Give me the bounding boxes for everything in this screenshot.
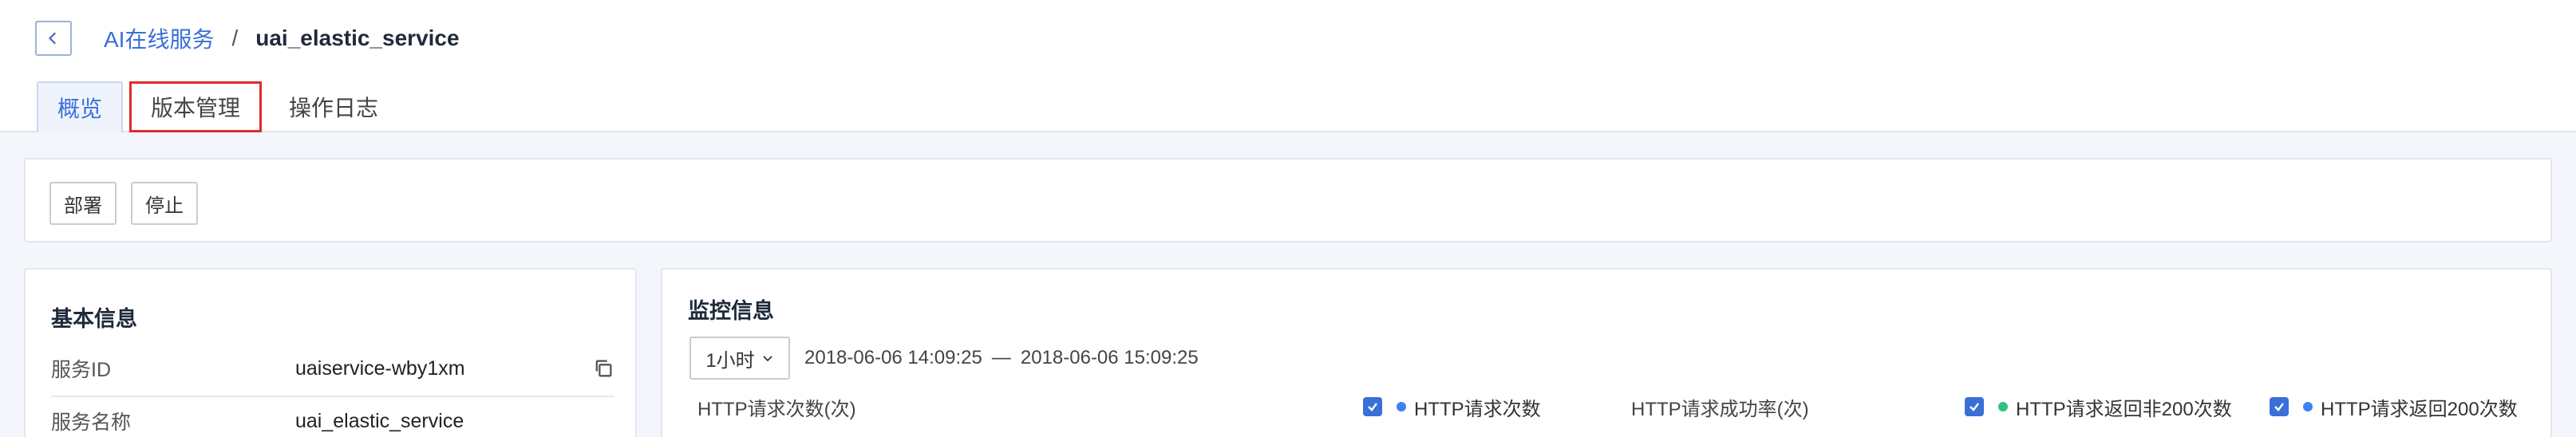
stop-button[interactable]: 停止 bbox=[131, 182, 198, 225]
tab-bar: 概览 版本管理 操作日志 bbox=[37, 80, 397, 132]
chevron-down-icon bbox=[763, 356, 772, 362]
tab-overview[interactable]: 概览 bbox=[37, 81, 124, 132]
time-range-select-value: 1小时 bbox=[705, 349, 755, 372]
page-title: uai_elastic_service bbox=[255, 26, 460, 50]
service-id-value: uaiservice-wby1xm bbox=[295, 356, 465, 380]
page-header: AI在线服务 / uai_elastic_service 概览 版本管理 操作日… bbox=[0, 0, 2576, 132]
breadcrumb-separator: / bbox=[231, 26, 239, 50]
chart-label-http-success-rate: HTTP请求成功率(次) bbox=[1631, 398, 1809, 420]
legend-label: HTTP请求返回非200次数 bbox=[2016, 398, 2232, 420]
copy-icon[interactable] bbox=[592, 357, 614, 380]
legend-dot bbox=[2303, 402, 2313, 411]
time-start: 2018-06-06 14:09:25 bbox=[804, 347, 982, 368]
monitor-card: 监控信息 1小时 2018-06-06 14:09:25 — 2018-06-0… bbox=[661, 268, 2552, 437]
actions-panel: 部署 停止 bbox=[24, 158, 2552, 242]
time-range-display: 2018-06-06 14:09:25 — 2018-06-06 15:09:2… bbox=[804, 337, 1199, 380]
monitor-title: 监控信息 bbox=[688, 299, 774, 323]
chevron-left-icon bbox=[48, 32, 57, 45]
time-range-select[interactable]: 1小时 bbox=[689, 337, 790, 380]
legend-checkbox[interactable] bbox=[1965, 397, 1984, 416]
legend-dot bbox=[1397, 402, 1406, 411]
chart-label-http-requests: HTTP请求次数(次) bbox=[697, 398, 856, 420]
legend-checkbox[interactable] bbox=[2270, 397, 2289, 416]
time-separator: — bbox=[991, 347, 1011, 368]
breadcrumb-parent-link[interactable]: AI在线服务 bbox=[104, 22, 214, 54]
back-button[interactable] bbox=[35, 21, 72, 56]
info-key: 服务名称 bbox=[51, 411, 132, 434]
service-name-value: uai_elastic_service bbox=[295, 409, 464, 432]
info-key: 服务ID bbox=[51, 359, 112, 381]
tab-operation-log[interactable]: 操作日志 bbox=[270, 81, 397, 132]
legend-http-requests[interactable]: HTTP请求次数 bbox=[1363, 389, 1541, 424]
time-end: 2018-06-06 15:09:25 bbox=[1020, 347, 1199, 368]
deploy-button[interactable]: 部署 bbox=[49, 182, 117, 225]
legend-label: HTTP请求返回200次数 bbox=[2321, 398, 2518, 420]
breadcrumb: AI在线服务 / uai_elastic_service bbox=[104, 22, 460, 54]
legend-http-200[interactable]: HTTP请求返回200次数 bbox=[2270, 389, 2518, 424]
check-icon bbox=[1970, 403, 1979, 411]
legend-checkbox[interactable] bbox=[1363, 397, 1382, 416]
tab-version-management[interactable]: 版本管理 bbox=[129, 81, 263, 132]
legend-http-non200[interactable]: HTTP请求返回非200次数 bbox=[1965, 389, 2232, 424]
legend-dot bbox=[1998, 402, 2008, 411]
basic-info-card: 基本信息 服务ID uaiservice-wby1xm 服务名称 uai_ela… bbox=[24, 268, 637, 437]
check-icon bbox=[2274, 403, 2284, 411]
legend-label: HTTP请求次数 bbox=[1414, 398, 1541, 420]
info-row-service-id: 服务ID uaiservice-wby1xm bbox=[51, 343, 614, 394]
basic-info-title: 基本信息 bbox=[51, 307, 137, 331]
check-icon bbox=[1368, 403, 1377, 411]
info-row-service-name: 服务名称 uai_elastic_service bbox=[51, 396, 614, 437]
